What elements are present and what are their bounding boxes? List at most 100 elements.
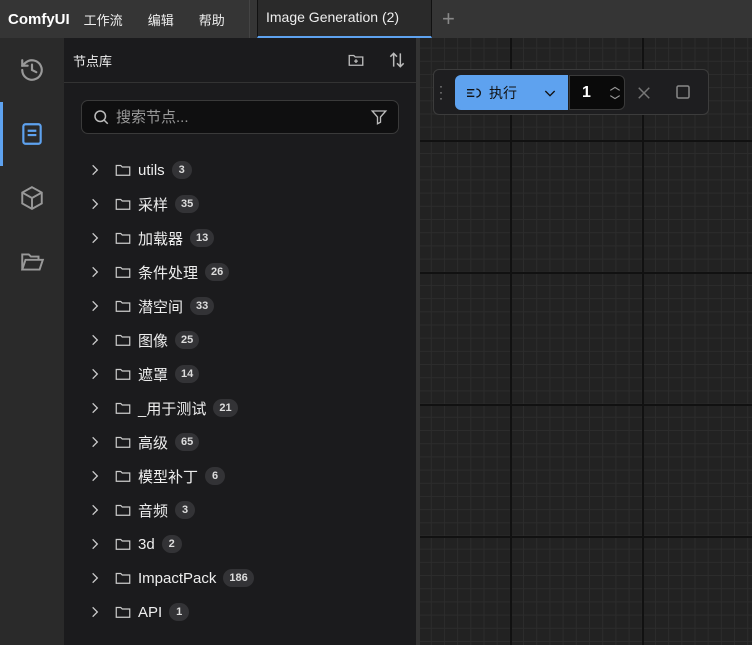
folder-icon (114, 365, 138, 383)
close-icon[interactable] (635, 84, 653, 102)
folder-icon (114, 569, 138, 587)
category-item[interactable]: 高级 65 (88, 425, 408, 459)
category-item[interactable]: 模型补丁 6 (88, 459, 408, 493)
chevron-right-icon[interactable] (88, 163, 110, 177)
filter-icon[interactable] (370, 108, 388, 126)
sort-icon (389, 52, 405, 68)
chevron-right-icon[interactable] (88, 333, 110, 347)
category-label: 图像 (138, 332, 169, 350)
category-label: 音频 (138, 502, 169, 520)
count-badge: 13 (190, 229, 215, 247)
category-item[interactable]: 3d 2 (88, 527, 408, 561)
count-badge: 65 (175, 433, 200, 451)
brand-logo: ComfyUI (8, 10, 70, 28)
count-badge: 2 (161, 535, 182, 553)
models-button[interactable] (0, 166, 64, 230)
tab-workflow[interactable]: Image Generation (2) (257, 0, 432, 38)
chevron-right-icon[interactable] (88, 435, 110, 449)
folder-icon (114, 229, 138, 247)
cube-icon (21, 186, 43, 210)
count-badge: 3 (175, 501, 196, 519)
category-item[interactable]: 音频 3 (88, 493, 408, 527)
panel-title: 节点库 (73, 53, 113, 69)
category-item[interactable]: 潜空间 33 (88, 289, 408, 323)
decrement-icon[interactable]: ﹀ (610, 92, 620, 107)
chevron-right-icon[interactable] (88, 503, 110, 517)
folder-icon (114, 433, 138, 451)
count-badge: 6 (205, 467, 226, 485)
search-box (81, 100, 399, 134)
run-button[interactable]: 执行 (455, 75, 568, 110)
folder-icon (114, 297, 138, 315)
category-label: 遮罩 (138, 366, 169, 384)
category-label: _用于测试 (138, 400, 207, 418)
graph-canvas[interactable] (420, 38, 752, 645)
new-folder-button[interactable] (347, 51, 365, 69)
folder-icon (114, 161, 138, 179)
category-item[interactable]: ImpactPack 186 (88, 561, 408, 595)
chevron-right-icon[interactable] (88, 571, 110, 585)
category-label: utils (138, 161, 165, 179)
category-item[interactable]: 遮罩 14 (88, 357, 408, 391)
chevron-right-icon[interactable] (88, 469, 110, 483)
stop-icon[interactable] (674, 83, 692, 101)
increment-icon[interactable]: ︿ (610, 78, 620, 93)
queue-icon (467, 87, 481, 98)
category-item[interactable]: 条件处理 26 (88, 255, 408, 289)
search-icon (94, 110, 109, 125)
category-item[interactable]: 图像 25 (88, 323, 408, 357)
category-label: 潜空间 (138, 298, 184, 316)
node-library-button[interactable] (0, 102, 64, 166)
chevron-right-icon[interactable] (88, 197, 110, 211)
drag-handle-icon[interactable]: · · · (439, 80, 443, 104)
chevron-down-icon[interactable] (542, 85, 558, 101)
folder-icon (114, 501, 138, 519)
count-badge: 35 (175, 195, 200, 213)
history-button[interactable] (0, 38, 64, 102)
chevron-right-icon[interactable] (88, 299, 110, 313)
new-tab-button[interactable]: + (442, 6, 455, 32)
divider (249, 0, 250, 38)
category-label: 模型补丁 (138, 468, 199, 486)
count-badge: 186 (223, 569, 254, 587)
book-icon (22, 123, 42, 145)
menu-help[interactable]: 帮助 (199, 10, 225, 29)
category-item[interactable]: 采样 35 (88, 187, 408, 221)
sidebar-rail (0, 38, 64, 645)
folder-icon (114, 399, 138, 417)
chevron-right-icon[interactable] (88, 605, 110, 619)
menu-edit[interactable]: 编辑 (148, 10, 174, 29)
run-toolbar: · · · 执行 1 ︿ ﹀ (433, 69, 709, 115)
category-label: ImpactPack (138, 569, 217, 587)
chevron-right-icon[interactable] (88, 231, 110, 245)
category-label: 条件处理 (138, 264, 199, 282)
workflows-button[interactable] (0, 230, 64, 294)
batch-count-input[interactable]: 1 ︿ ﹀ (569, 75, 625, 110)
chevron-right-icon[interactable] (88, 265, 110, 279)
folder-icon (114, 195, 138, 213)
category-item[interactable]: 加载器 13 (88, 221, 408, 255)
category-label: 加载器 (138, 230, 184, 248)
category-label: API (138, 603, 163, 621)
count-badge: 26 (205, 263, 230, 281)
search-input[interactable] (116, 108, 370, 126)
batch-count-value: 1 (582, 84, 591, 101)
node-category-list: utils 3 采样 35 加载器 13 条件处理 26 潜空间 33 图像 25 遮罩 14 _用于测试 2… (88, 153, 408, 629)
chevron-right-icon[interactable] (88, 537, 110, 551)
folder-icon (114, 263, 138, 281)
folder-plus-icon (348, 54, 364, 66)
category-item[interactable]: utils 3 (88, 153, 408, 187)
count-badge: 21 (213, 399, 238, 417)
folder-icon (114, 535, 138, 553)
menu-workflow[interactable]: 工作流 (84, 10, 123, 29)
category-label: 3d (138, 535, 155, 553)
folder-icon (114, 603, 138, 621)
category-item[interactable]: API 1 (88, 595, 408, 629)
count-badge: 14 (175, 365, 200, 383)
chevron-right-icon[interactable] (88, 401, 110, 415)
folder-icon (114, 467, 138, 485)
sort-button[interactable] (387, 50, 407, 70)
chevron-right-icon[interactable] (88, 367, 110, 381)
category-item[interactable]: _用于测试 21 (88, 391, 408, 425)
folder-icon (114, 331, 138, 349)
